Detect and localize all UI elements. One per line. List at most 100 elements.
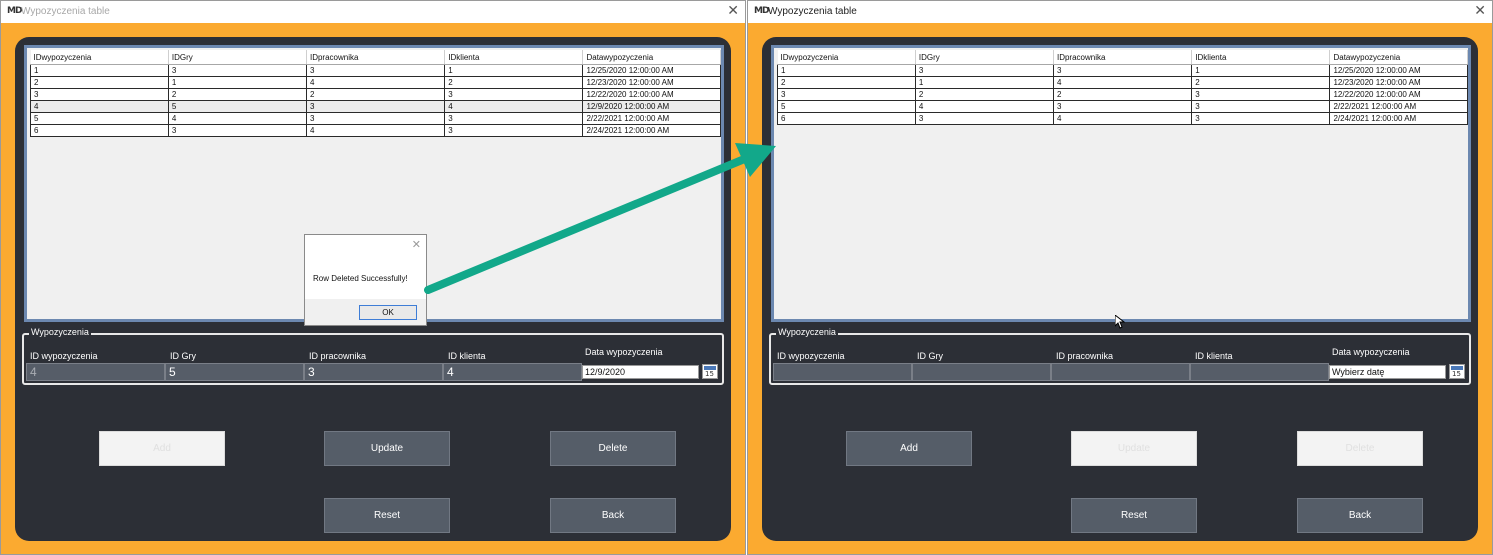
table-cell[interactable]: 12/25/2020 12:00:00 AM: [582, 64, 721, 77]
table-cell[interactable]: 1: [444, 64, 584, 77]
add-button[interactable]: Add: [99, 431, 225, 466]
id-gry-field[interactable]: [912, 363, 1051, 381]
table-cell[interactable]: 3: [167, 64, 307, 77]
reset-button[interactable]: Reset: [1071, 498, 1197, 533]
table-cell[interactable]: 3: [444, 112, 584, 125]
calendar-icon[interactable]: 15: [1449, 364, 1465, 379]
back-button[interactable]: Back: [550, 498, 676, 533]
back-button[interactable]: Back: [1297, 498, 1423, 533]
update-button[interactable]: Update: [1071, 431, 1197, 466]
table-cell[interactable]: 3: [444, 124, 584, 137]
table-cell[interactable]: 3: [305, 64, 446, 77]
table-cell[interactable]: 5: [30, 112, 169, 125]
table-row[interactable]: 3 2 2 3 12/22/2020 12:00:00 AM: [777, 88, 1468, 101]
table-cell[interactable]: 4: [444, 100, 584, 113]
table-cell[interactable]: 3: [777, 88, 916, 101]
calendar-icon[interactable]: 15: [702, 364, 718, 379]
table-cell[interactable]: 6: [777, 112, 916, 125]
table-cell[interactable]: 2: [30, 76, 169, 89]
data-grid[interactable]: IDwypozyczenia IDGry IDpracownika IDklie…: [771, 45, 1471, 322]
table-cell[interactable]: 3: [305, 112, 446, 125]
table-cell[interactable]: 3: [1191, 100, 1331, 113]
column-header[interactable]: IDwypozyczenia: [777, 50, 916, 65]
table-row[interactable]: 2 1 4 2 12/23/2020 12:00:00 AM: [777, 76, 1468, 89]
id-klienta-field[interactable]: 4: [443, 363, 582, 381]
id-pracownika-field[interactable]: 3: [304, 363, 443, 381]
column-header[interactable]: IDpracownika: [1053, 50, 1193, 65]
delete-button[interactable]: Delete: [550, 431, 676, 466]
table-cell[interactable]: 5: [167, 100, 307, 113]
table-cell[interactable]: 4: [30, 100, 169, 113]
column-header[interactable]: Datawypozyczenia: [582, 50, 721, 65]
table-cell[interactable]: 1: [1191, 64, 1331, 77]
table-cell[interactable]: 4: [1052, 76, 1193, 89]
add-button[interactable]: Add: [846, 431, 972, 466]
table-cell[interactable]: 2: [1191, 76, 1331, 89]
id-gry-field[interactable]: 5: [165, 363, 304, 381]
table-cell[interactable]: 1: [777, 64, 916, 77]
table-cell[interactable]: 12/22/2020 12:00:00 AM: [1329, 88, 1468, 101]
table-cell[interactable]: 2/22/2021 12:00:00 AM: [582, 112, 721, 125]
column-header[interactable]: IDpracownika: [306, 50, 446, 65]
table-cell[interactable]: 4: [1052, 112, 1193, 125]
table-cell[interactable]: 12/22/2020 12:00:00 AM: [582, 88, 721, 101]
id-wypozyczenia-field[interactable]: 4: [26, 363, 165, 381]
table-cell[interactable]: 1: [167, 76, 307, 89]
table-cell[interactable]: 2/22/2021 12:00:00 AM: [1329, 100, 1468, 113]
table-row[interactable]: 2 1 4 2 12/23/2020 12:00:00 AM: [30, 76, 721, 89]
column-header[interactable]: IDGry: [168, 50, 307, 65]
table-cell[interactable]: 1: [30, 64, 169, 77]
close-icon[interactable]: ✕: [727, 3, 739, 19]
id-klienta-field[interactable]: [1190, 363, 1329, 381]
table-row[interactable]: 1 3 3 1 12/25/2020 12:00:00 AM: [30, 64, 721, 77]
table-row[interactable]: 6 3 4 3 2/24/2021 12:00:00 AM: [30, 124, 721, 137]
table-row[interactable]: 5 4 3 3 2/22/2021 12:00:00 AM: [777, 100, 1468, 113]
close-icon[interactable]: ✕: [1474, 3, 1486, 19]
column-header[interactable]: IDwypozyczenia: [30, 50, 169, 65]
table-cell[interactable]: 4: [305, 124, 446, 137]
table-cell[interactable]: 2/24/2021 12:00:00 AM: [1329, 112, 1468, 125]
table-cell[interactable]: 12/23/2020 12:00:00 AM: [1329, 76, 1468, 89]
table-cell[interactable]: 3: [305, 100, 446, 113]
table-cell[interactable]: 3: [1191, 112, 1331, 125]
date-picker-field[interactable]: 12/9/2020: [582, 365, 699, 379]
table-cell[interactable]: 4: [914, 100, 1054, 113]
table-cell[interactable]: 6: [30, 124, 169, 137]
delete-button[interactable]: Delete: [1297, 431, 1423, 466]
table-cell[interactable]: 2/24/2021 12:00:00 AM: [582, 124, 721, 137]
id-wypozyczenia-field[interactable]: [773, 363, 912, 381]
table-cell[interactable]: 2: [777, 76, 916, 89]
reset-button[interactable]: Reset: [324, 498, 450, 533]
table-cell[interactable]: 3: [1052, 100, 1193, 113]
table-row[interactable]: 5 4 3 3 2/22/2021 12:00:00 AM: [30, 112, 721, 125]
ok-button[interactable]: OK: [359, 305, 417, 320]
table-cell[interactable]: 3: [1052, 64, 1193, 77]
table-cell[interactable]: 2: [444, 76, 584, 89]
column-header[interactable]: IDGry: [915, 50, 1054, 65]
column-header[interactable]: IDklienta: [1191, 50, 1331, 65]
table-cell[interactable]: 3: [444, 88, 584, 101]
table-cell[interactable]: 3: [914, 64, 1054, 77]
table-cell[interactable]: 4: [305, 76, 446, 89]
table-cell[interactable]: 3: [167, 124, 307, 137]
date-picker-field[interactable]: Wybierz datę: [1329, 365, 1446, 379]
table-row[interactable]: 1 3 3 1 12/25/2020 12:00:00 AM: [777, 64, 1468, 77]
table-cell[interactable]: 12/9/2020 12:00:00 AM: [582, 100, 721, 113]
table-row[interactable]: 3 2 2 3 12/22/2020 12:00:00 AM: [30, 88, 721, 101]
id-pracownika-field[interactable]: [1051, 363, 1190, 381]
table-cell[interactable]: 2: [305, 88, 446, 101]
table-cell[interactable]: 12/25/2020 12:00:00 AM: [1329, 64, 1468, 77]
table-cell[interactable]: 2: [1052, 88, 1193, 101]
column-header[interactable]: Datawypozyczenia: [1329, 50, 1468, 65]
table-row-selected[interactable]: 4 5 3 4 12/9/2020 12:00:00 AM: [30, 100, 721, 113]
table-cell[interactable]: 1: [914, 76, 1054, 89]
table-cell[interactable]: 2: [914, 88, 1054, 101]
update-button[interactable]: Update: [324, 431, 450, 466]
table-cell[interactable]: 4: [167, 112, 307, 125]
table-cell[interactable]: 3: [1191, 88, 1331, 101]
table-cell[interactable]: 5: [777, 100, 916, 113]
table-row[interactable]: 6 3 4 3 2/24/2021 12:00:00 AM: [777, 112, 1468, 125]
table-cell[interactable]: 12/23/2020 12:00:00 AM: [582, 76, 721, 89]
table-cell[interactable]: 3: [914, 112, 1054, 125]
column-header[interactable]: IDklienta: [444, 50, 584, 65]
